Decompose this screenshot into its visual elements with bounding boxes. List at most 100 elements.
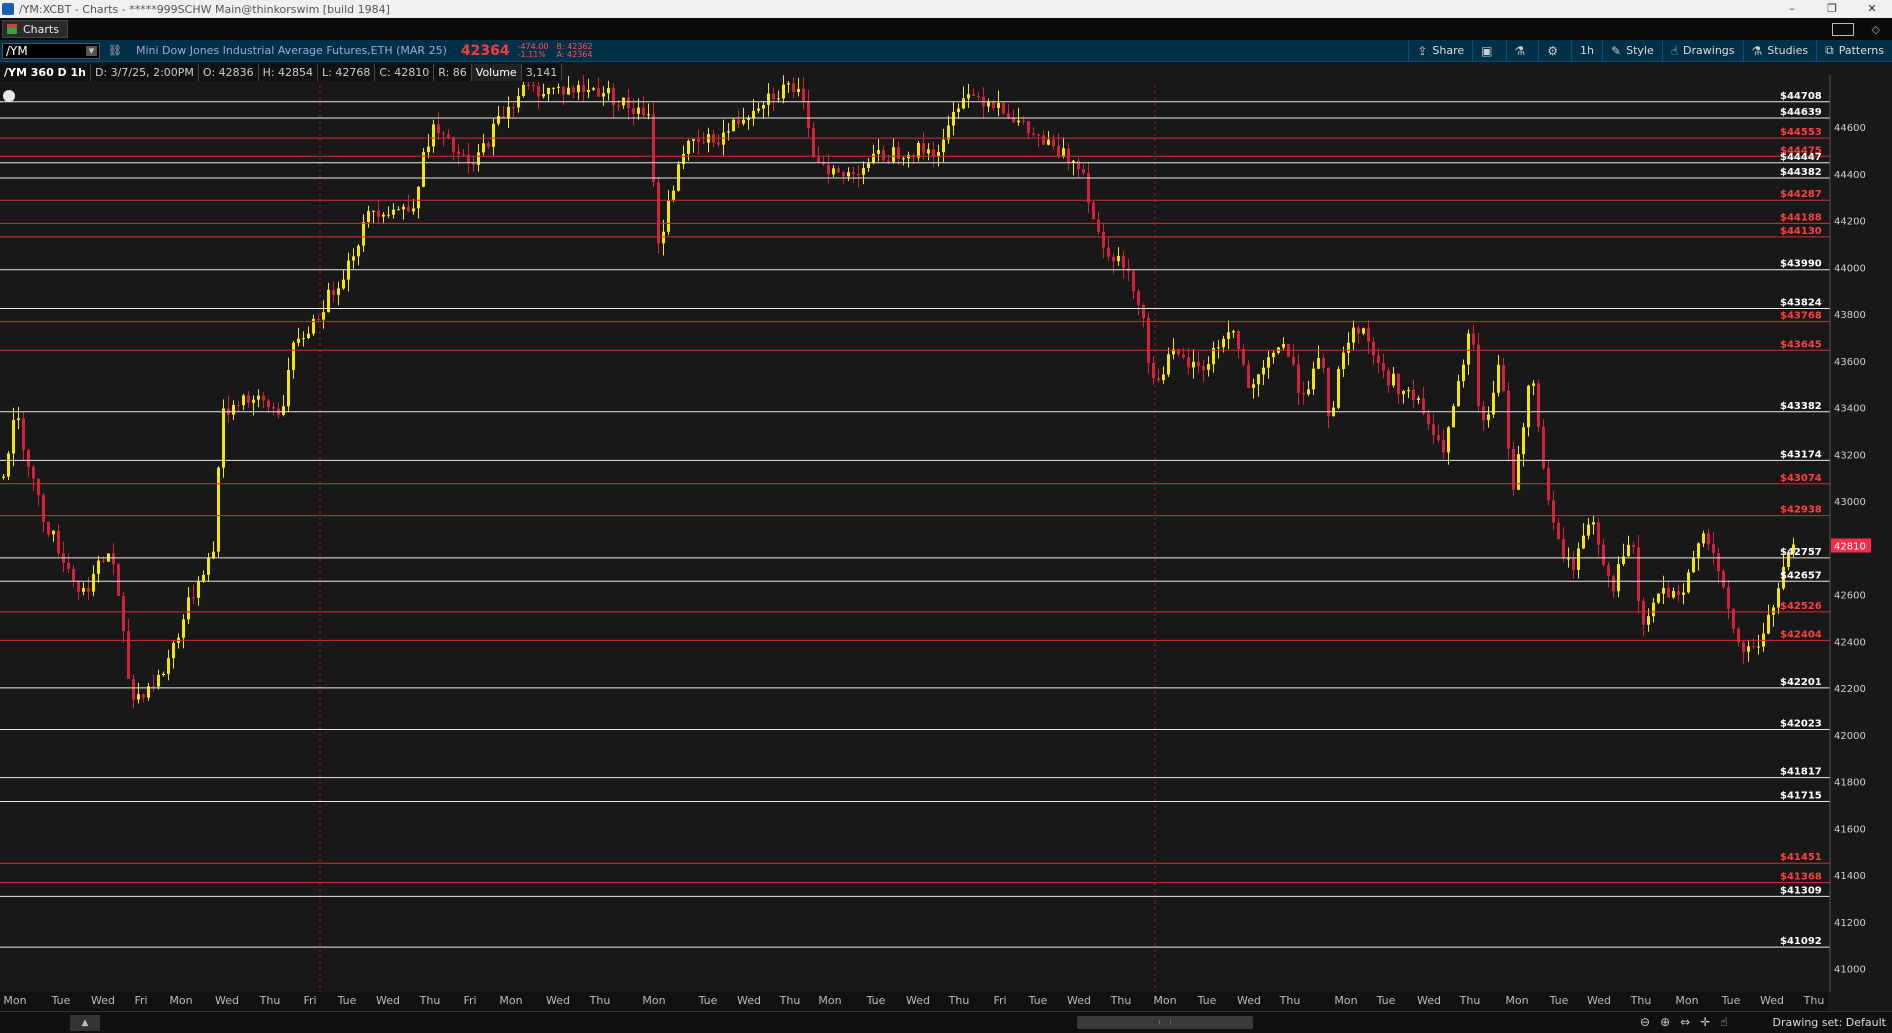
candle-body [852,172,855,174]
price-chart[interactable]: $44708$44639$44553$44475$44447$44382$442… [0,0,1892,1011]
candle-body [512,107,515,108]
candle-body [1242,349,1245,365]
candle-body [1572,558,1575,570]
candle-body [1102,231,1105,248]
price-level-label: $43074 [1780,473,1822,484]
candle-body [422,152,425,187]
zoom-out-icon[interactable]: ⊖ [1640,1015,1650,1029]
candle-body [777,98,780,100]
zoom-in-icon[interactable]: ⊕ [1660,1015,1670,1029]
price-level-label: $42657 [1780,570,1822,581]
candle-body [647,114,650,116]
x-tick-label: Thu [1803,994,1825,1007]
candle-body [1727,587,1730,609]
x-tick-label: Fri [463,994,476,1007]
candle-body [617,105,620,107]
candle-body [1217,347,1220,349]
x-tick-label: Tue [1028,994,1048,1007]
candle-body [77,580,80,592]
candle-body [762,104,765,109]
candle-body [892,147,895,162]
candle-body [1667,587,1670,598]
candle-body [167,658,170,674]
candle-body [1307,389,1310,395]
expand-panel-button[interactable]: ▲ [70,1014,100,1031]
candle-body [287,370,290,407]
price-level-label: $43645 [1780,339,1822,350]
candle-body [562,86,565,95]
candle-body [1007,113,1010,118]
y-tick-label: 41200 [1834,918,1866,929]
x-tick-label: Thu [779,994,801,1007]
candle-body [1317,358,1320,369]
candle-body [977,96,980,97]
price-level-label: $44553 [1780,127,1822,138]
candle-body [307,333,310,339]
candle-body [1252,384,1255,388]
candle-body [1387,370,1390,386]
candle-body [1057,145,1060,157]
y-tick-label: 43400 [1834,404,1866,415]
chart-label[interactable]: /YM 360 D 1h [0,64,91,81]
price-level-label: $43174 [1780,449,1822,460]
candle-body [742,119,745,124]
candle-body [692,139,695,141]
y-tick-label: 43000 [1834,497,1866,508]
candle-body [1477,344,1480,407]
hand-pan-icon[interactable]: ☝ [1720,1015,1727,1029]
price-level-label: $41451 [1780,852,1822,863]
horizontal-scrollbar[interactable] [1077,1016,1253,1029]
fit-width-icon[interactable]: ⇔ [1680,1015,1690,1029]
candle-body [847,172,850,177]
price-level-label: $42526 [1780,601,1822,612]
candle-body [1152,362,1155,379]
x-tick-label: Thu [1279,994,1301,1007]
y-tick-label: 41400 [1834,871,1866,882]
candle-body [927,149,930,154]
price-axis: 41000 41200 41400 41600 41800 42000 42200 42400… [1829,75,1871,992]
candle-body [1502,364,1505,391]
candle-body [792,83,795,92]
crosshair-icon[interactable]: ✛ [1700,1015,1710,1029]
candle-body [72,568,75,581]
volume-label[interactable]: Volume [471,64,522,81]
x-tick-label: Tue [51,994,71,1007]
candle-body [1517,454,1520,490]
y-tick-label: 44200 [1834,217,1866,228]
candle-body [197,580,200,598]
candle-body [1302,393,1305,395]
info-icon [3,90,15,102]
bar-low: L: 42768 [318,64,376,81]
candle-body [1232,331,1235,333]
candle-body [1122,256,1125,269]
candle-body [7,453,10,477]
candle-body [467,154,470,163]
x-tick-label: Wed [1760,994,1784,1007]
candle-body [92,573,95,592]
candle-body [1292,356,1295,365]
candle-body [1497,364,1500,393]
candle-body [87,588,90,592]
scroll-grip[interactable] [1159,1020,1171,1024]
candle-body [272,407,275,409]
candle-body [52,530,55,535]
candle-body [597,88,600,97]
candle-body [412,208,415,212]
y-tick-label: 43200 [1834,450,1866,461]
x-tick-label: Tue [1376,994,1396,1007]
candle-body [1067,148,1070,163]
candle-body [572,87,575,93]
bar-close: C: 42810 [375,64,435,81]
x-tick-label: Thu [589,994,611,1007]
candle-body [1642,601,1645,625]
candle-body [902,158,905,160]
candle-body [547,88,550,95]
candle-body [492,123,495,147]
x-tick-label: Tue [1549,994,1569,1007]
candle-body [642,107,645,116]
candle-body [482,143,485,153]
x-tick-label: Fri [993,994,1006,1007]
candle-body [1487,414,1490,421]
candle-body [992,101,995,109]
candle-body [1417,398,1420,400]
